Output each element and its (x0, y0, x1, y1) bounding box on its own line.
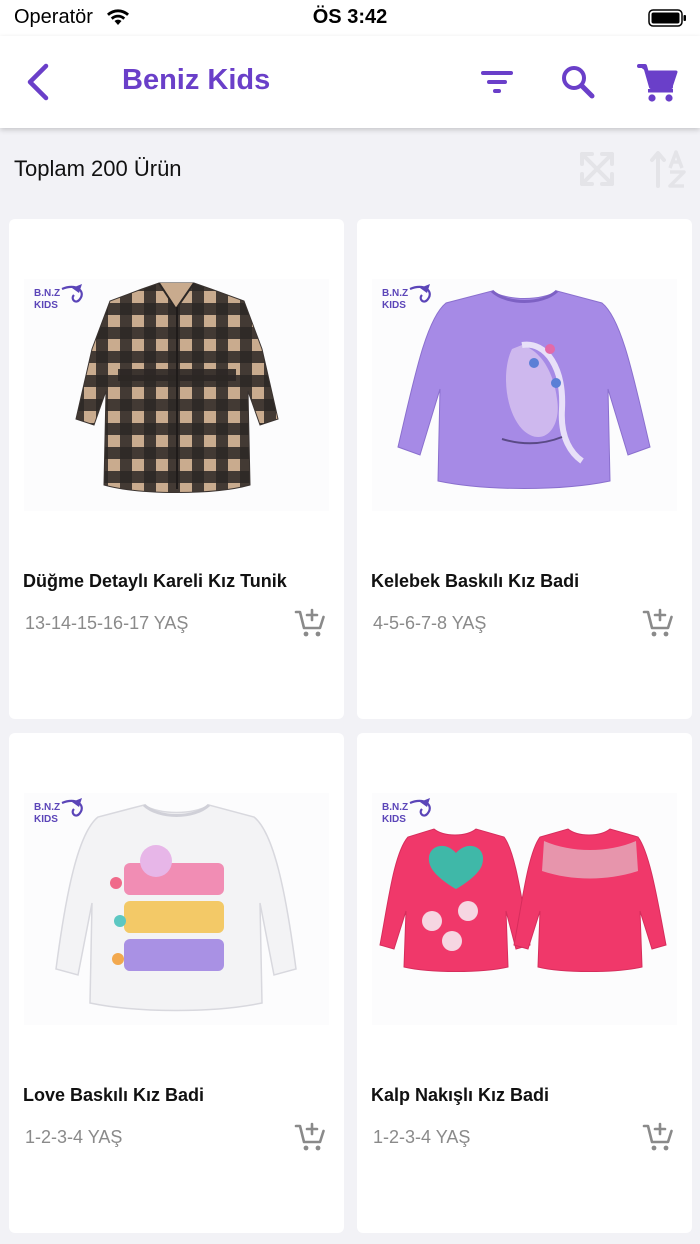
add-to-cart-button[interactable] (294, 1121, 326, 1153)
add-to-cart-button[interactable] (642, 607, 674, 639)
add-to-cart-icon (642, 608, 673, 637)
listing-toolbar: Toplam 200 Ürün (0, 128, 700, 210)
add-to-cart-icon (294, 608, 325, 637)
shuffle-button[interactable] (576, 148, 618, 190)
back-chevron-icon (27, 63, 49, 101)
product-sizes: 4-5-6-7-8 YAŞ (373, 613, 487, 633)
shuffle-icon (580, 152, 614, 186)
product-card[interactable]: B.N.Z KIDS Kelebek Baskılı Kız Badi 4-5-… (357, 219, 692, 719)
add-to-cart-icon (642, 1122, 673, 1151)
bodysuit-illustration (397, 289, 651, 489)
heart-bodysuit-pair-illustration (379, 828, 667, 972)
love-print-bodysuit-illustration (55, 803, 297, 1012)
filter-button[interactable] (478, 64, 516, 100)
clock: ÖS 3:42 (312, 6, 388, 28)
sort-az-icon (650, 150, 686, 188)
tunic-illustration (75, 282, 279, 493)
cart-icon (637, 64, 678, 102)
product-sizes: 1-2-3-4 YAŞ (373, 1127, 471, 1147)
sort-button[interactable] (648, 148, 690, 190)
product-title[interactable]: Düğme Detaylı Kareli Kız Tunik (23, 571, 287, 592)
product-card[interactable]: B.N.Z KIDS Kalp Nakışlı Kız Badi 1-2-3-4… (357, 733, 692, 1233)
add-to-cart-button[interactable] (642, 1121, 674, 1153)
status-bar: Operatör ÖS 3:42 (0, 0, 700, 36)
product-image[interactable]: B.N.Z KIDS (372, 793, 677, 1025)
product-card[interactable]: B.N.Z KIDS Düğme Detaylı Kareli Kız Tuni… (9, 219, 344, 719)
nav-bar: Beniz Kids (0, 36, 700, 128)
add-to-cart-icon (294, 1122, 325, 1151)
product-image[interactable]: B.N.Z KIDS (24, 279, 329, 511)
battery-icon (648, 9, 686, 27)
product-card[interactable]: B.N.Z KIDS Love Baskılı Kız Badi 1-2-3-4… (9, 733, 344, 1233)
add-to-cart-button[interactable] (294, 607, 326, 639)
product-title[interactable]: Kelebek Baskılı Kız Badi (371, 571, 579, 592)
search-icon (562, 66, 595, 99)
search-button[interactable] (558, 62, 598, 102)
product-title[interactable]: Love Baskılı Kız Badi (23, 1085, 204, 1106)
filter-icon (481, 71, 513, 93)
product-sizes: 13-14-15-16-17 YAŞ (25, 613, 189, 633)
product-sizes: 1-2-3-4 YAŞ (25, 1127, 123, 1147)
page-title: Beniz Kids (122, 64, 271, 96)
back-button[interactable] (22, 60, 58, 104)
product-title[interactable]: Kalp Nakışlı Kız Badi (371, 1085, 549, 1106)
product-image[interactable]: B.N.Z KIDS (24, 793, 329, 1025)
product-count: Toplam 200 Ürün (14, 156, 182, 181)
cart-button[interactable] (636, 60, 680, 104)
product-image[interactable]: B.N.Z KIDS (372, 279, 677, 511)
